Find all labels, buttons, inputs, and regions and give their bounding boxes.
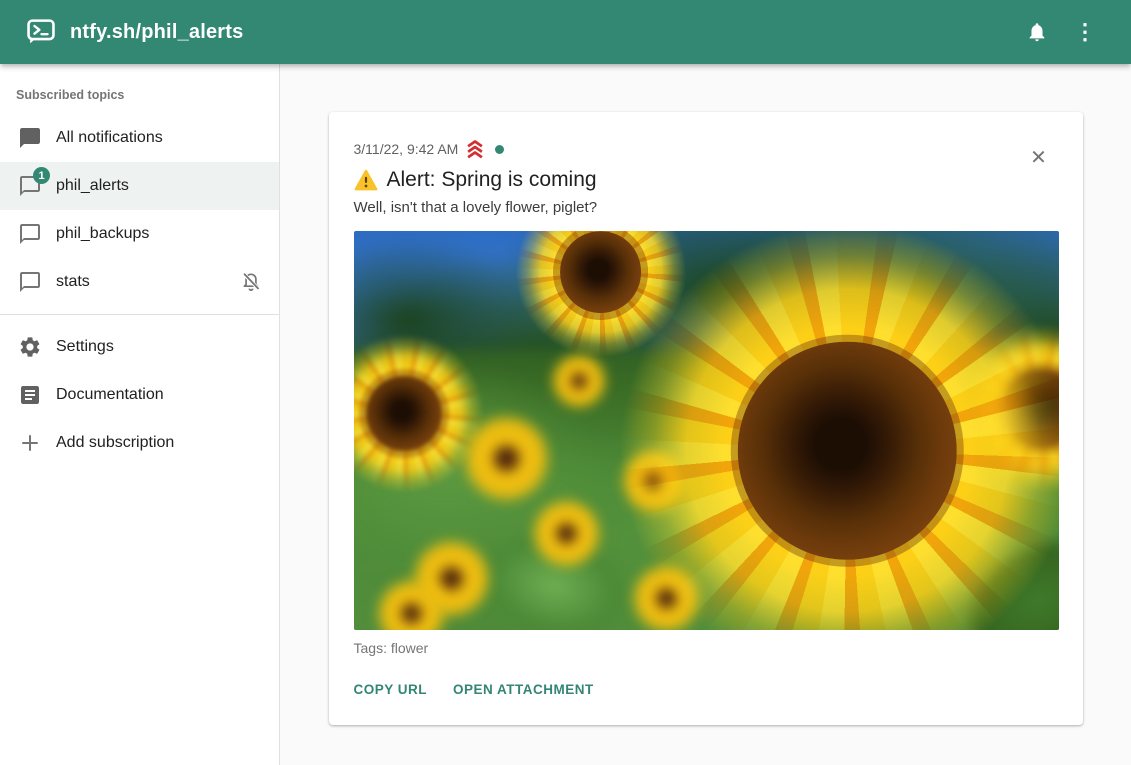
notification-timestamp: 3/11/22, 9:42 AM — [354, 141, 459, 157]
app-bar: ntfy.sh/phil_alerts ⋮ — [0, 0, 1131, 64]
document-icon — [18, 383, 42, 407]
sunflower-left — [354, 331, 487, 496]
sunflower-large — [610, 231, 1059, 630]
sidebar: Subscribed topics All notifications 1 ph… — [0, 64, 280, 765]
sidebar-item-settings[interactable]: Settings — [0, 323, 279, 371]
subscribed-topics-label: Subscribed topics — [0, 78, 279, 114]
warning-emoji-icon — [354, 169, 378, 191]
chat-filled-icon — [18, 126, 42, 150]
sidebar-item-label: stats — [56, 273, 239, 291]
sidebar-item-label: Settings — [56, 338, 263, 356]
unread-count-badge: 1 — [33, 167, 50, 184]
notification-title-row: Alert: Spring is coming — [354, 168, 1059, 192]
chat-outline-icon — [18, 270, 42, 294]
sidebar-divider — [0, 314, 279, 315]
main-content: 3/11/22, 9:42 AM ✕ Alert: Spring is comi… — [280, 64, 1131, 765]
new-message-dot — [495, 145, 504, 154]
sidebar-item-label: All notifications — [56, 129, 263, 147]
notification-meta-row: 3/11/22, 9:42 AM — [354, 138, 1059, 160]
kebab-menu-icon[interactable]: ⋮ — [1061, 8, 1109, 56]
close-icon[interactable]: ✕ — [1023, 142, 1055, 174]
sidebar-item-phil-backups[interactable]: phil_backups — [0, 210, 279, 258]
app-shell: Subscribed topics All notifications 1 ph… — [0, 64, 1131, 765]
sidebar-item-label: Documentation — [56, 386, 263, 404]
notification-tags: Tags: flower — [354, 640, 1059, 656]
sidebar-item-stats[interactable]: stats — [0, 258, 279, 306]
blurred-sunflower — [529, 496, 604, 571]
notification-card: 3/11/22, 9:42 AM ✕ Alert: Spring is comi… — [329, 112, 1083, 725]
sidebar-item-add-subscription[interactable]: Add subscription — [0, 419, 279, 467]
sidebar-item-label: Add subscription — [56, 434, 263, 452]
copy-url-button[interactable]: COPY URL — [354, 682, 428, 697]
bell-icon[interactable] — [1013, 8, 1061, 56]
bell-off-icon — [239, 270, 263, 294]
notification-actions: COPY URL OPEN ATTACHMENT — [354, 682, 1059, 697]
sidebar-item-label: phil_backups — [56, 225, 263, 243]
attachment-image[interactable] — [354, 231, 1059, 630]
chat-outline-icon: 1 — [18, 174, 42, 198]
priority-max-icon — [464, 138, 486, 160]
plus-icon — [18, 431, 42, 455]
app-title: ntfy.sh/phil_alerts — [70, 21, 243, 44]
open-attachment-button[interactable]: OPEN ATTACHMENT — [453, 682, 594, 697]
notification-body: Well, isn't that a lovely flower, piglet… — [354, 199, 1059, 216]
notification-title: Alert: Spring is coming — [387, 168, 597, 192]
sidebar-item-all-notifications[interactable]: All notifications — [0, 114, 279, 162]
sidebar-item-label: phil_alerts — [56, 177, 263, 195]
sidebar-item-documentation[interactable]: Documentation — [0, 371, 279, 419]
sidebar-item-phil-alerts[interactable]: 1 phil_alerts — [0, 162, 279, 210]
gear-icon — [18, 335, 42, 359]
terminal-logo-icon[interactable] — [26, 19, 56, 45]
chat-outline-icon — [18, 222, 42, 246]
